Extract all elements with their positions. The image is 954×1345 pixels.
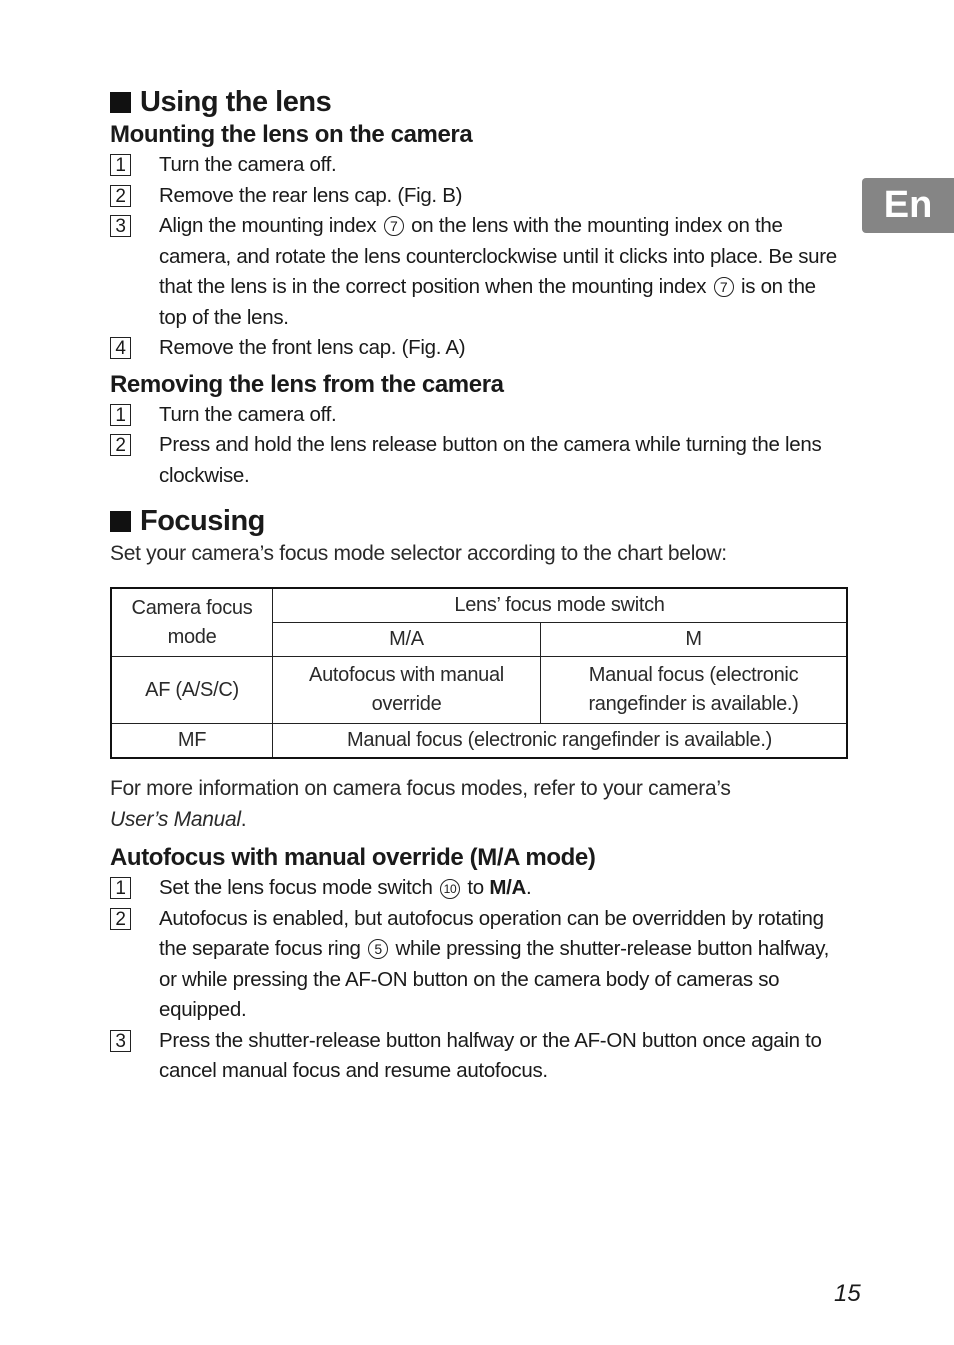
- square-bullet-icon: [110, 91, 131, 113]
- table-cell: Autofocus with manual override: [272, 656, 541, 724]
- section-heading-focusing: Focusing: [110, 503, 848, 539]
- step-number: 3: [110, 215, 131, 237]
- page-number: 15: [834, 1280, 861, 1307]
- focusing-intro: Set your camera’s focus mode selector ac…: [110, 542, 727, 565]
- table-cell: AF (A/S/C): [110, 656, 273, 724]
- table-row: MF Manual focus (electronic rangefinder …: [110, 723, 848, 759]
- step-item: 2 Remove the rear lens cap. (Fig. B): [110, 181, 848, 212]
- table-header-lens-switch: Lens’ focus mode switch: [272, 587, 848, 623]
- step-item: 3 Align the mounting index 7 on the lens…: [110, 211, 848, 333]
- step-number: 1: [110, 154, 131, 176]
- step-item: 2 Press and hold the lens release button …: [110, 430, 848, 491]
- step-item: 1 Turn the camera off.: [110, 400, 848, 431]
- manual-reference: User’s Manual: [110, 808, 241, 831]
- table-cell: MF: [110, 723, 273, 759]
- subheading-removing: Removing the lens from the camera: [110, 370, 504, 398]
- step-item: 1 Set the lens focus mode switch 10 to M…: [110, 873, 848, 904]
- table-cell: Manual focus (electronic rangefinder is …: [540, 656, 848, 724]
- step-number: 2: [110, 434, 131, 456]
- step-number: 1: [110, 403, 131, 426]
- table-cell: Manual focus (electronic rangefinder is …: [272, 723, 848, 759]
- section-heading-using-lens: Using the lens: [110, 84, 848, 120]
- step-number: 3: [110, 1029, 131, 1052]
- table-subheader-m: M: [540, 622, 848, 657]
- table-header-camera-mode: Camera focus mode: [110, 587, 273, 657]
- override-steps: 1 Set the lens focus mode switch 10 to M…: [110, 873, 848, 1087]
- table-subheader-ma: M/A: [272, 622, 541, 657]
- subheading-mounting: Mounting the lens on the camera: [110, 121, 473, 148]
- step-number: 4: [110, 337, 131, 359]
- focus-mode-table: Camera focus mode Lens’ focus mode switc…: [110, 587, 848, 759]
- step-item: 3 Press the shutter-release button halfwa…: [110, 1026, 848, 1087]
- step-number: 2: [110, 184, 131, 207]
- step-item: 1 Turn the camera off.: [110, 150, 848, 181]
- step-number: 2: [110, 907, 131, 930]
- circled-ref-icon: 10: [440, 879, 460, 899]
- step-item: 4 Remove the front lens cap. (Fig. A): [110, 333, 848, 364]
- table-row: AF (A/S/C) Autofocus with manual overrid…: [110, 656, 848, 724]
- mounting-steps: 1 Turn the camera off. 2 Remove the rear l…: [110, 150, 848, 364]
- removing-steps: 1 Turn the camera off. 2 Press and hold th…: [110, 400, 848, 492]
- circled-ref-icon: 7: [383, 216, 404, 236]
- focus-note: For more information on camera focus mod…: [110, 777, 731, 831]
- square-bullet-icon: [110, 510, 131, 532]
- page-content: Using the lens Mounting the lens on the …: [110, 84, 848, 1087]
- circled-ref-icon: 5: [368, 939, 389, 959]
- language-tab: En: [862, 178, 954, 233]
- step-item: 2 Autofocus is enabled, but autofocus op…: [110, 904, 848, 1026]
- circled-ref-icon: 7: [713, 277, 734, 297]
- subheading-override: Autofocus with manual override (M/A mode…: [110, 844, 596, 871]
- step-number: 1: [110, 877, 131, 899]
